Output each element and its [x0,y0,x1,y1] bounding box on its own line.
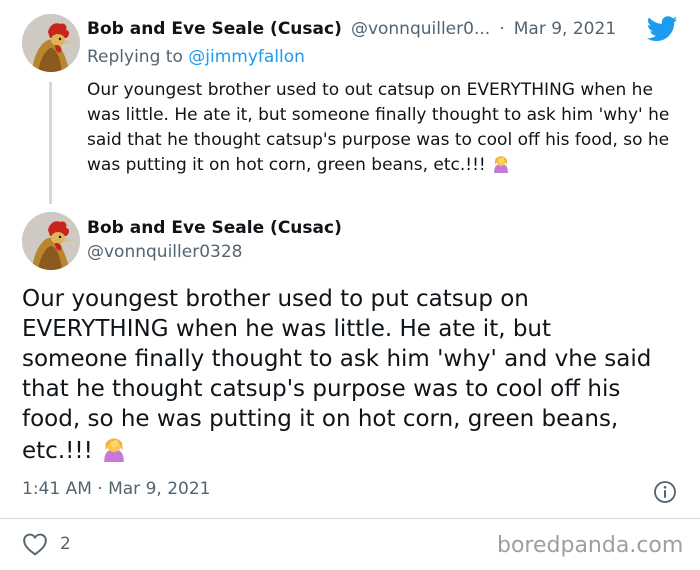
avatar[interactable] [22,14,80,72]
separator-dot: · [499,19,505,39]
thread-connector-line [49,82,52,204]
woman-facepalming-icon [100,434,128,470]
woman-facepalming-icon [491,153,511,181]
info-icon[interactable] [653,480,677,508]
avatar[interactable] [22,212,80,270]
reply-tweet-text-block: Our youngest brother used to out catsup … [87,78,677,181]
tweet-date[interactable]: Mar 9, 2021 [514,19,616,39]
timestamp-text[interactable]: 1:41 AM · Mar 9, 2021 [22,479,210,499]
replying-to-label: Replying to [87,47,189,67]
replying-to-line: Replying to @jimmyfallon [87,47,677,71]
rooster-avatar-image [22,14,80,72]
divider [0,518,700,519]
author-handle[interactable]: @vonnquiller0328 [87,242,242,262]
reply-tweet-text: Our youngest brother used to out catsup … [87,80,670,175]
reply-tweet-header: Bob and Eve Seale (Cusac) @vonnquiller0.… [87,19,687,43]
author-name[interactable]: Bob and Eve Seale (Cusac) [87,19,342,39]
main-author-name-row: Bob and Eve Seale (Cusac) [87,218,342,238]
rooster-avatar-image [22,212,80,270]
author-name[interactable]: Bob and Eve Seale (Cusac) [87,218,342,238]
replying-to-handle[interactable]: @jimmyfallon [188,47,305,67]
tweet-timestamp[interactable]: 1:41 AM · Mar 9, 2021 [22,479,210,499]
author-handle[interactable]: @vonnquiller0... [351,19,490,39]
main-author-handle-row: @vonnquiller0328 [87,242,242,262]
like-button[interactable]: 2 [22,531,71,557]
watermark-text: boredpanda.com [497,533,684,558]
twitter-bird-icon[interactable] [646,16,678,46]
heart-icon[interactable] [22,532,48,556]
watermark: boredpanda.com [497,533,683,558]
main-tweet-text-block: Our youngest brother used to put catsup … [22,284,662,470]
like-count: 2 [60,534,71,554]
